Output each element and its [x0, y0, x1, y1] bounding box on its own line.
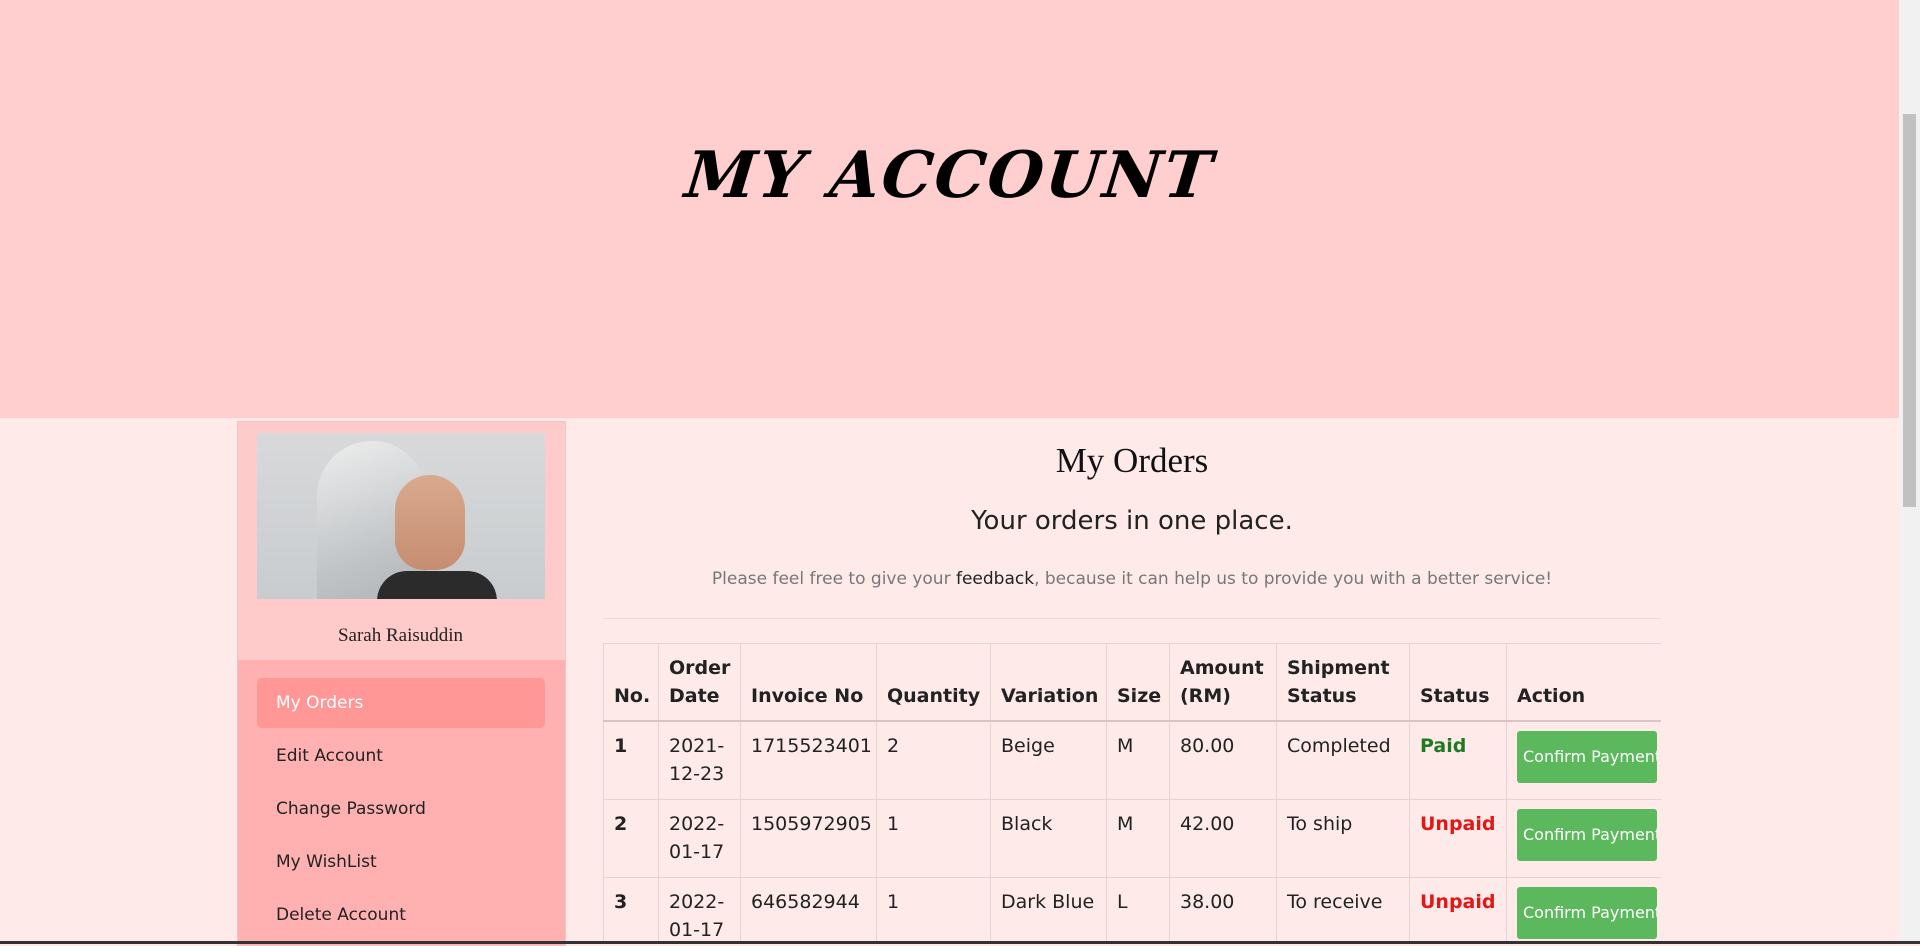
- status-badge: Unpaid: [1420, 891, 1496, 913]
- cell-value: 1715523401: [751, 735, 872, 757]
- cell-value: Dark Blue: [1001, 891, 1095, 913]
- feedback-note: Please feel free to give your feedback, …: [603, 569, 1661, 589]
- cell-invoice: 1505972905: [740, 799, 877, 878]
- cell-variation: Beige: [990, 720, 1107, 800]
- cell-status: Paid: [1409, 720, 1507, 800]
- cell-value: M: [1117, 735, 1134, 757]
- cell-value: To ship: [1287, 813, 1353, 835]
- cell-value: 2022-01-17: [669, 813, 725, 863]
- cell-qty: 1: [876, 877, 991, 944]
- scrollbar-thumb[interactable]: [1903, 114, 1916, 507]
- status-badge: Unpaid: [1420, 813, 1496, 835]
- cell-value: 2: [614, 813, 628, 835]
- page-scrollbar[interactable]: [1899, 0, 1920, 944]
- column-header: Status: [1409, 643, 1507, 722]
- cell-action: Confirm Payment: [1506, 799, 1661, 878]
- cell-value: 1505972905: [751, 813, 872, 835]
- cell-status: Unpaid: [1409, 799, 1507, 878]
- table-row: 2 2022-01-17 1505972905 1 Black M 42.00 To ship…: [603, 799, 1661, 878]
- cell-value: 42.00: [1180, 813, 1235, 835]
- divider: [603, 618, 1661, 619]
- feedback-note-suffix: , because it can help us to provide you …: [1034, 569, 1553, 589]
- column-header: Invoice No: [740, 643, 877, 722]
- cell-no: 1: [603, 720, 659, 800]
- nav-item-my-orders[interactable]: My Orders: [257, 678, 545, 728]
- cell-value: Beige: [1001, 735, 1055, 757]
- cell-shipment: To ship: [1276, 799, 1410, 878]
- column-header: Shipment Status: [1276, 643, 1410, 722]
- cell-size: M: [1106, 720, 1170, 800]
- cell-value: 2022-01-17: [669, 891, 725, 941]
- orders-table-body: 1 2021-12-23 1715523401 2 Beige M 80.00 Complet…: [603, 720, 1661, 944]
- nav-item-edit-account[interactable]: Edit Account: [257, 731, 545, 781]
- avatar-face-shape: [395, 475, 465, 570]
- cell-size: M: [1106, 799, 1170, 878]
- account-nav: My Orders Edit Account Change Password My W…: [257, 678, 545, 943]
- column-header: Order Date: [658, 643, 741, 722]
- cell-date: 2021-12-23: [658, 720, 741, 800]
- cell-value: 38.00: [1180, 891, 1235, 913]
- cell-status: Unpaid: [1409, 877, 1507, 944]
- cell-invoice: 1715523401: [740, 720, 877, 800]
- cell-variation: Black: [990, 799, 1107, 878]
- cell-date: 2022-01-17: [658, 877, 741, 944]
- cell-amount: 42.00: [1169, 799, 1277, 878]
- orders-table: No. Order Date Invoice No Quantity Variation…: [603, 643, 1661, 944]
- nav-item-my-wishlist[interactable]: My WishList: [257, 837, 545, 887]
- cell-value: Black: [1001, 813, 1053, 835]
- cell-value: To receive: [1287, 891, 1383, 913]
- page-title: My Orders: [1055, 441, 1209, 480]
- table-row: 1 2021-12-23 1715523401 2 Beige M 80.00 Complet…: [603, 720, 1661, 800]
- cell-date: 2022-01-17: [658, 799, 741, 878]
- avatar-shirt-shape: [377, 571, 497, 599]
- cell-value: 1: [887, 891, 900, 913]
- cell-action: Confirm Payment: [1506, 720, 1661, 800]
- column-header: Action: [1506, 643, 1661, 722]
- confirm-payment-button[interactable]: Confirm Payment: [1517, 809, 1657, 861]
- cell-value: Completed: [1287, 735, 1391, 757]
- banner-title: MY ACCOUNT: [681, 138, 1218, 213]
- cell-invoice: 646582944: [740, 877, 877, 944]
- cell-value: 646582944: [751, 891, 860, 913]
- cell-value: M: [1117, 813, 1134, 835]
- cell-value: 3: [614, 891, 628, 913]
- column-header: Quantity: [876, 643, 991, 722]
- confirm-payment-button[interactable]: Confirm Payment: [1517, 731, 1657, 783]
- table-row: 3 2022-01-17 646582944 1 Dark Blue L 38.00 To r…: [603, 877, 1661, 944]
- feedback-note-prefix: Please feel free to give your: [711, 569, 956, 589]
- profile-name: Sarah Raisuddin: [337, 625, 464, 646]
- nav-item-change-password[interactable]: Change Password: [257, 784, 545, 834]
- column-header: Size: [1106, 643, 1170, 722]
- cell-value: 80.00: [1180, 735, 1235, 757]
- cell-shipment: Completed: [1276, 720, 1410, 800]
- cell-value: 2: [887, 735, 900, 757]
- cell-action: Confirm Payment: [1506, 877, 1661, 944]
- account-sidebar: My Orders Edit Account Change Password My W…: [237, 421, 566, 946]
- account-banner: MY ACCOUNT: [0, 0, 1899, 418]
- cell-value: 1: [887, 813, 900, 835]
- cell-amount: 38.00: [1169, 877, 1277, 944]
- column-header: Variation: [990, 643, 1107, 722]
- feedback-link[interactable]: feedback: [956, 569, 1034, 589]
- page-subtitle: Your orders in one place.: [971, 506, 1293, 536]
- column-header: Amount (RM): [1169, 643, 1277, 722]
- column-header: No.: [603, 643, 659, 722]
- cell-value: 2021-12-23: [669, 735, 725, 785]
- cell-amount: 80.00: [1169, 720, 1277, 800]
- cell-value: 1: [614, 735, 628, 757]
- cell-shipment: To receive: [1276, 877, 1410, 944]
- orders-table-header: No. Order Date Invoice No Quantity Variation…: [603, 643, 1661, 722]
- nav-item-delete-account[interactable]: Delete Account: [257, 890, 545, 940]
- cell-qty: 2: [876, 720, 991, 800]
- cell-variation: Dark Blue: [990, 877, 1107, 944]
- cell-value: L: [1117, 891, 1128, 913]
- cell-qty: 1: [876, 799, 991, 878]
- cell-size: L: [1106, 877, 1170, 944]
- status-badge: Paid: [1420, 735, 1467, 757]
- cell-no: 2: [603, 799, 659, 878]
- avatar: [257, 433, 545, 599]
- confirm-payment-button[interactable]: Confirm Payment: [1517, 887, 1657, 939]
- cell-no: 3: [603, 877, 659, 944]
- orders-table-wrap: No. Order Date Invoice No Quantity Variation…: [603, 643, 1661, 944]
